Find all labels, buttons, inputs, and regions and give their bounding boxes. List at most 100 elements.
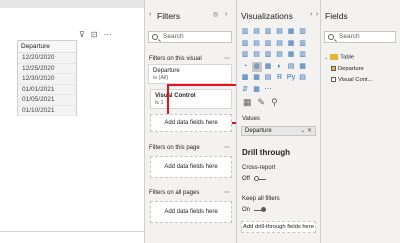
visual-type-icon[interactable]: ▤ (275, 39, 285, 49)
visual-type-icon[interactable]: ▤ (252, 27, 262, 37)
format-paint-icon[interactable]: ✎ (258, 97, 266, 108)
expand-arrow-icon[interactable]: › (316, 11, 318, 18)
slicer-item[interactable]: 12/25/2020 (18, 63, 76, 74)
add-data-fields-all-pages[interactable]: Add data fields here (150, 201, 232, 223)
collapse-pane-icon[interactable]: › (225, 11, 227, 18)
checkbox-icon[interactable] (331, 77, 336, 82)
visual-type-icon[interactable]: ▤ (275, 50, 285, 60)
table-name: Table (340, 54, 355, 61)
fields-search-input[interactable]: Search (324, 31, 396, 43)
collapse-pane-icon[interactable]: › (310, 11, 312, 18)
visibility-icon[interactable]: ◎ (213, 11, 218, 18)
add-data-fields-visual[interactable]: Add data fields here (150, 114, 232, 132)
visual-type-icon[interactable]: ▩ (240, 73, 250, 83)
filter-card-departure[interactable]: Departure is (All) (148, 64, 232, 84)
analytics-icon[interactable]: ⚲ (271, 97, 278, 108)
field-item[interactable]: Visual Cont... (331, 77, 372, 83)
visual-header-icons: ⊽ ⊡ ⋯ (79, 30, 112, 39)
more-options-icon[interactable]: ⋯ (224, 55, 230, 62)
departure-slicer[interactable]: Departure 12/20/2020 12/25/2020 12/30/20… (17, 40, 77, 116)
visual-type-icon[interactable] (286, 85, 296, 95)
visual-type-icon[interactable]: ▦ (286, 27, 296, 37)
visual-type-icon[interactable]: ▤ (298, 73, 308, 83)
search-icon (328, 34, 334, 40)
slicer-item[interactable]: 12/30/2020 (18, 74, 76, 85)
values-chip-label: Departure (245, 128, 272, 134)
visual-type-icon[interactable]: ▥ (298, 39, 308, 49)
search-icon (152, 34, 158, 40)
visual-type-icon[interactable]: ▥ (298, 27, 308, 37)
visual-type-icon[interactable]: ▤ (252, 39, 262, 49)
visual-type-icon[interactable]: ▥ (298, 50, 308, 60)
filter-card-subtitle: is (All) (153, 75, 169, 81)
visual-type-icon[interactable]: ▦ (252, 85, 262, 95)
slicer-item[interactable]: 01/01/2021 (18, 84, 76, 95)
visual-type-icon[interactable]: ▤ (263, 73, 273, 83)
slicer-item[interactable]: 12/20/2020 (18, 53, 76, 64)
visualizations-title: Visualizations (241, 11, 293, 21)
slicer-item[interactable]: 01/05/2021 (18, 95, 76, 106)
field-name: Visual Cont... (338, 77, 373, 84)
fields-search-placeholder: Search (339, 33, 360, 40)
visual-type-icon[interactable]: ▥ (240, 39, 250, 49)
visual-type-icon[interactable]: ▤ (286, 62, 296, 72)
field-name: Departure (338, 66, 364, 73)
visual-type-icon[interactable]: ▦ (263, 62, 273, 72)
report-canvas: ⊽ ⊡ ⋯ Departure 12/20/2020 12/25/2020 12… (0, 0, 144, 243)
fields-tab-icon[interactable]: ▦ (243, 97, 252, 108)
fields-title: Fields (325, 11, 348, 21)
cross-report-toggle[interactable] (254, 175, 266, 181)
keep-filters-label: Keep all filters (242, 196, 280, 202)
focus-mode-icon[interactable]: ⊡ (91, 30, 98, 39)
filters-all-pages-label: Filters on all pages (149, 190, 200, 196)
more-options-icon[interactable]: ⋯ (224, 144, 230, 151)
visual-type-icon[interactable] (298, 85, 308, 95)
visual-type-icon[interactable]: ▥ (240, 50, 250, 60)
visual-type-icon[interactable]: ◐ (275, 62, 285, 72)
more-options-icon[interactable]: ⋯ (104, 30, 112, 39)
keep-filters-toggle[interactable] (254, 206, 266, 212)
canvas-top-bar (0, 0, 144, 8)
visual-type-icon[interactable]: ▦ (252, 73, 262, 83)
slicer-item[interactable]: 01/10/2021 (18, 105, 76, 116)
visual-type-icon[interactable] (275, 85, 285, 95)
filter-icon[interactable]: ⊽ (79, 30, 85, 39)
cross-report-state: Off (242, 176, 250, 182)
add-drill-through-fields[interactable]: Add drill-through fields here (241, 221, 316, 233)
add-data-fields-page[interactable]: Add data fields here (150, 156, 232, 178)
visual-type-icon[interactable]: ◔ (240, 62, 250, 72)
visual-type-icon[interactable]: ▥ (263, 39, 273, 49)
table-icon (330, 54, 339, 60)
visual-type-icon[interactable]: ▥ (263, 27, 273, 37)
table-node[interactable]: ⌄ Table (324, 54, 354, 61)
visual-type-icon[interactable]: ▤ (275, 27, 285, 37)
chip-close-icon[interactable]: ⌄ ✕ (300, 127, 312, 135)
visual-type-icon[interactable]: ⇵ (240, 85, 250, 95)
canvas-divider (0, 231, 144, 232)
visual-type-icon[interactable]: ▥ (240, 27, 250, 37)
field-item[interactable]: Departure (331, 66, 364, 72)
visual-type-icon[interactable]: ▦ (298, 62, 308, 72)
checkbox-icon[interactable] (331, 66, 336, 71)
filters-search-placeholder: Search (163, 33, 184, 40)
values-label: Values (242, 116, 260, 122)
visual-type-icon[interactable]: ▥ (263, 50, 273, 60)
collapse-arrow-icon[interactable]: › (149, 11, 151, 18)
visual-type-icon[interactable]: ⋯ (263, 85, 273, 95)
visual-type-icon[interactable]: ◍ (251, 61, 262, 72)
filters-on-page-label: Filters on this page (149, 145, 200, 151)
filter-card-title: Departure (153, 68, 180, 74)
visual-type-icon[interactable]: ▤ (252, 50, 262, 60)
values-field-chip[interactable]: Departure ⌄ ✕ (241, 126, 316, 136)
visual-type-icon[interactable]: R (275, 73, 285, 83)
filters-search-input[interactable]: Search (148, 31, 232, 43)
visual-type-icon[interactable]: ▦ (286, 39, 296, 49)
filters-title: Filters (157, 11, 181, 21)
pane-tabs: ▦ ✎ ⚲ (243, 97, 278, 108)
visual-gallery: ▥ ▤ ▥ ▤ ▦ ▥ ▥ ▤ ▥ ▤ ▦ ▥ ▥ ▤ ▥ ▤ ▦ ▥ ◔ ◍ ▦ ◐ ▤ ▦ ▩ ▦ ▤ R Py ▤ ⇵ ▦ ⋯ (240, 27, 308, 95)
keep-filters-state: On (242, 207, 251, 213)
drill-through-title: Drill through (242, 148, 290, 157)
visual-type-icon[interactable]: ▦ (286, 50, 296, 60)
more-options-icon[interactable]: ⋯ (224, 189, 230, 196)
visual-type-icon[interactable]: Py (286, 73, 296, 83)
